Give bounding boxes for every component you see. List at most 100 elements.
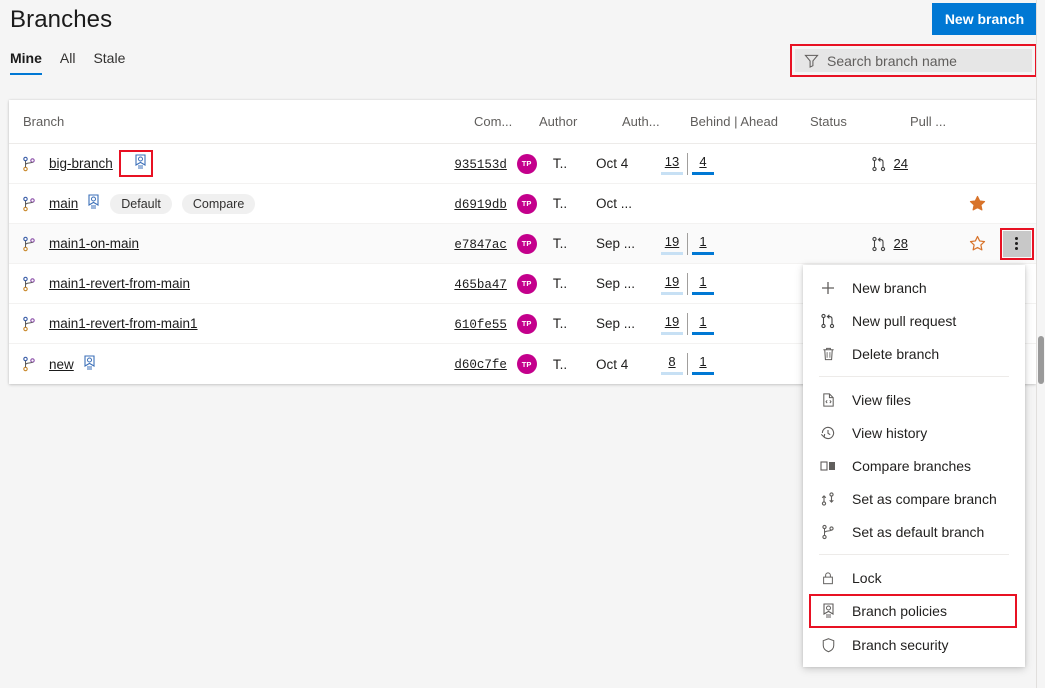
favorite-star-icon[interactable] [969,235,986,252]
more-actions-button[interactable] [1003,231,1031,257]
authored-date: Oct ... [596,196,661,211]
menu-item-compare-branches[interactable]: Compare branches [803,449,1025,482]
avatar[interactable]: TP [517,354,537,374]
behind-count: 19 [661,274,683,295]
new-branch-button[interactable]: New branch [932,3,1037,35]
tab-stale[interactable]: Stale [93,50,125,75]
behind-ahead-cell: 81 [661,353,776,375]
column-header-behind-ahead[interactable]: Behind | Ahead [690,114,810,129]
policy-ribbon-icon[interactable] [134,154,147,173]
pull-request-count[interactable]: 28 [893,236,907,251]
menu-separator [819,376,1009,377]
pull-request-count[interactable]: 24 [893,156,907,171]
tab-all[interactable]: All [60,50,76,75]
column-header-status[interactable]: Status [810,114,910,129]
column-header-authored-date[interactable]: Auth... [622,114,690,129]
commit-hash-link[interactable]: 610fe55 [454,318,507,332]
git-branch-icon [21,236,37,252]
behind-ahead-indicator[interactable]: 191 [661,273,714,295]
menu-item-view-files[interactable]: View files [803,383,1025,416]
policy-ribbon-icon [134,154,147,170]
avatar[interactable]: TP [517,314,537,334]
branch-name-link[interactable]: main1-revert-from-main [49,276,190,291]
branch-name-link[interactable]: big-branch [49,156,113,171]
menu-item-set-as-default-branch[interactable]: Set as default branch [803,515,1025,548]
author-avatar-cell: TP [517,234,553,254]
ahead-count: 1 [692,234,714,255]
avatar[interactable]: TP [517,194,537,214]
branch-name-link[interactable]: main [49,196,78,211]
search-input[interactable]: Search branch name [795,49,1032,72]
menu-item-lock[interactable]: Lock [803,561,1025,594]
branch-cell: mainDefaultCompare [9,194,454,214]
column-header-branch[interactable]: Branch [9,114,474,129]
favorite-star-icon[interactable] [969,195,986,212]
behind-ahead-indicator[interactable]: 191 [661,233,714,255]
menu-item-new-pull-request[interactable]: New pull request [803,304,1025,337]
menu-item-label: Branch policies [852,603,947,619]
git-branch-icon [21,356,37,372]
branch-name-link[interactable]: main1-on-main [49,236,139,251]
behind-ahead-indicator[interactable]: 134 [661,153,714,175]
compare-branch-icon [819,491,837,507]
menu-item-set-as-compare-branch[interactable]: Set as compare branch [803,482,1025,515]
ahead-count: 1 [692,354,714,375]
behind-ahead-divider [687,233,688,255]
menu-item-label: Set as default branch [852,524,984,540]
menu-item-branch-security[interactable]: Branch security [803,628,1025,661]
search-highlight-box: Search branch name [790,44,1037,77]
table-row[interactable]: big-branch935153dTPT..Oct 413424 [9,144,1036,184]
filter-icon [804,53,819,68]
avatar[interactable]: TP [517,274,537,294]
commit-hash-link[interactable]: e7847ac [454,238,507,252]
avatar[interactable]: TP [517,234,537,254]
behind-ahead-cell: 191 [661,233,776,255]
policy-ribbon-icon[interactable] [83,355,96,374]
commit-hash-link[interactable]: 465ba47 [454,278,507,292]
author-name: T.. [553,316,596,331]
avatar[interactable]: TP [517,154,537,174]
behind-ahead-indicator[interactable]: 191 [661,313,714,335]
column-header-pull-request[interactable]: Pull ... [910,114,1000,129]
column-header-author[interactable]: Author [539,114,577,129]
commit-cell: 465ba47 [454,276,516,292]
scrollbar-thumb[interactable] [1038,336,1044,384]
history-clock-icon [819,425,837,441]
menu-item-view-history[interactable]: View history [803,416,1025,449]
branch-context-menu: New branchNew pull requestDelete branch V… [803,265,1025,667]
pull-request-cell: 24 [871,156,957,172]
commit-hash-link[interactable]: 935153d [454,158,507,172]
branch-cell: big-branch [9,150,454,177]
page-scrollbar[interactable] [1036,0,1045,688]
author-avatar-cell: TP [517,274,553,294]
table-row[interactable]: main1-on-maine7847acTPT..Sep ...19128 [9,224,1036,264]
column-header-commit[interactable]: Com... [474,114,539,129]
author-avatar-cell: TP [517,154,553,174]
pull-request-icon [871,156,887,172]
author-avatar-cell: TP [517,354,553,374]
policy-ribbon-icon[interactable] [87,194,100,213]
branch-filter-tabs: Mine All Stale [10,50,125,75]
menu-item-new-branch[interactable]: New branch [803,271,1025,304]
branch-name-link[interactable]: new [49,357,74,372]
table-row[interactable]: mainDefaultCompared6919dbTPT..Oct ... [9,184,1036,224]
commit-hash-link[interactable]: d6919db [454,198,507,212]
authored-date: Oct 4 [596,357,661,372]
commit-hash-link[interactable]: d60c7fe [454,358,507,372]
policy-ribbon-icon [83,355,96,371]
favorite-cell [958,195,998,212]
branch-tag-default: Default [110,194,172,214]
menu-item-branch-policies[interactable]: Branch policies [809,594,1017,628]
file-code-icon [819,392,837,408]
tab-mine[interactable]: Mine [10,50,42,75]
author-name: T.. [553,236,596,251]
author-avatar-cell: TP [517,194,553,214]
menu-item-delete-branch[interactable]: Delete branch [803,337,1025,370]
behind-ahead-indicator[interactable]: 81 [661,353,714,375]
more-actions-cell [998,228,1036,260]
commit-cell: 935153d [454,156,516,172]
ahead-count: 1 [692,314,714,335]
lock-icon [821,570,835,586]
pull-request-icon [819,313,837,329]
branch-name-link[interactable]: main1-revert-from-main1 [49,316,198,331]
